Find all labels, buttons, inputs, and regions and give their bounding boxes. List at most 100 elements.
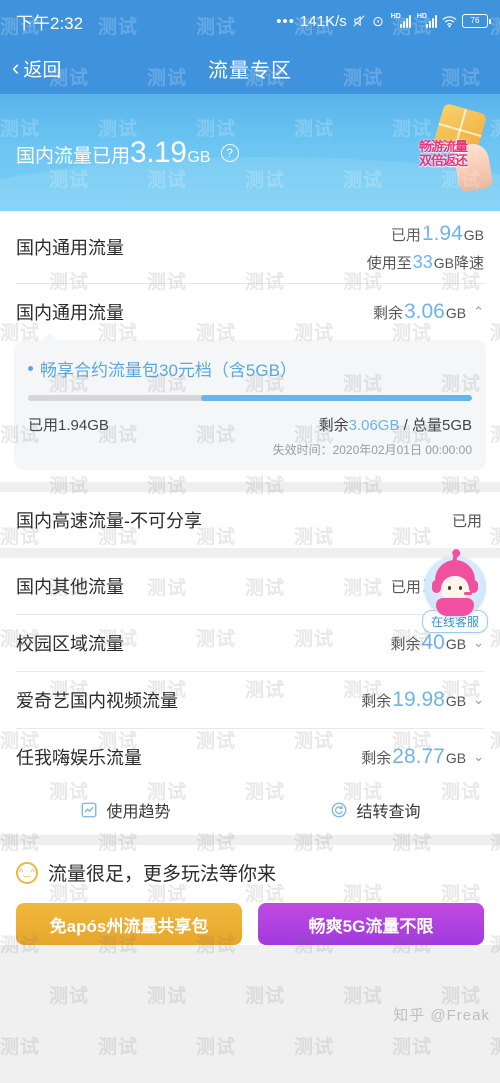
chevron-up-icon[interactable]: ⌃: [473, 304, 484, 320]
table-row[interactable]: 爱奇艺国内视频流量 剩余 19.98 GB ⌄: [0, 672, 500, 728]
value-label: 剩余: [361, 750, 392, 767]
carryover-query-button[interactable]: 结转查询: [250, 798, 500, 822]
ad-copy: 畅游流量 双倍返还: [406, 140, 480, 167]
battery-icon: 76: [462, 14, 491, 28]
online-service-widget[interactable]: 在线客服: [416, 552, 494, 633]
watermark-tile: 测试: [343, 986, 384, 1007]
carryover-query-label: 结转查询: [356, 804, 421, 821]
package-remaining-prefix: 剩余: [318, 417, 349, 434]
watermark-row: 测试测试测试测试测试测试测试: [0, 1020, 500, 1071]
customer-service-mascot-icon: [424, 552, 486, 618]
watermark-tile: 测试: [0, 1037, 41, 1058]
watermark-tile: 测试: [147, 986, 188, 1007]
watermark-row: 测试测试测试测试测试测试测试: [0, 969, 500, 1020]
package-name: 畅享合约流量包30元档（含5GB）: [40, 361, 297, 380]
mascot-headset-left: [432, 580, 441, 593]
flow-zone-screen: 下午2:32 ••• 141K/s HD HD 76 ‹ 返回 流量专区 国内流…: [0, 0, 500, 1083]
value-number: 19.98: [392, 688, 445, 711]
chevron-down-icon[interactable]: ⌄: [473, 635, 484, 651]
mascot-microphone: [464, 592, 472, 595]
value-unit: GB: [445, 305, 467, 321]
promo-section: ^‿^ 流量很足，更多玩法等你来 免após州流量共享包 畅爽5G流量不限: [0, 845, 500, 945]
trend-chart-icon: [79, 801, 98, 820]
package-detail-panel: 畅享合约流量包30元档（含5GB） 已用1.94GB 剩余3.06GB / 总量…: [14, 333, 486, 470]
chevron-down-icon[interactable]: ⌄: [473, 692, 484, 708]
watermark-tile: 测试: [98, 1037, 139, 1058]
table-row[interactable]: 国内通用流量 已用 1.94 GB 使用至 33 GB 降速: [0, 211, 500, 283]
row-title: 爱奇艺国内视频流量: [16, 691, 178, 711]
hero-usage-label: 国内流量已用: [16, 146, 131, 167]
chevron-down-icon[interactable]: ⌄: [473, 749, 484, 765]
hero-usage-summary: 国内流量已用 3.19 GB ?: [16, 136, 239, 170]
watermark-tile: 测试: [245, 986, 286, 1007]
row-title: 国内高速流量-不可分享: [16, 511, 202, 531]
question-mark-icon[interactable]: ?: [220, 144, 239, 162]
value-unit: GB: [445, 750, 467, 766]
bullet-dot-icon: [28, 366, 33, 371]
row-primary-value: 剩余 19.98 GB ⌄: [361, 688, 484, 712]
promo-banner-image[interactable]: 畅游流量 双倍返还: [404, 102, 496, 198]
value-unit: GB: [445, 636, 467, 652]
value-number: 40: [421, 631, 445, 654]
nav-bar: ‹ 返回 流量专区: [0, 42, 500, 94]
watermark-tile: 测试: [294, 1037, 335, 1058]
ad-copy-line1: 畅游流量: [418, 139, 468, 154]
usage-progress-bar: [28, 395, 472, 401]
network-speed-label: 141K/s: [300, 12, 347, 30]
row-primary-value: 剩余 3.06 GB ⌃: [373, 300, 484, 324]
usage-trend-button[interactable]: 使用趋势: [0, 798, 250, 822]
row-title: 国内通用流量: [16, 238, 124, 258]
overflow-dots-icon: •••: [276, 12, 296, 30]
table-row[interactable]: 国内通用流量 剩余 3.06 GB ⌃: [0, 284, 500, 340]
value-number: 3.06: [403, 300, 445, 323]
alarm-icon: [371, 14, 385, 28]
row-secondary-value: 使用至 33 GB 降速: [367, 252, 484, 273]
row-values: 已用 1.94 GB 使用至 33 GB 降速: [367, 222, 484, 273]
ad-copy-line2: 双倍返还: [418, 152, 468, 168]
promo-header: ^‿^ 流量很足，更多玩法等你来: [16, 859, 484, 886]
value-label: 剩余: [390, 636, 421, 653]
package-remaining-text: 剩余3.06GB / 总量5GB: [319, 414, 472, 435]
smiley-icon: ^‿^: [16, 861, 38, 884]
table-row[interactable]: 任我嗨娱乐流量 剩余 28.77 GB ⌄: [0, 729, 500, 785]
mascot-body: [436, 598, 474, 616]
battery-level-label: 76: [470, 16, 480, 25]
value-prefix: 使用至: [366, 254, 412, 272]
package-total-text: / 总量5GB: [399, 417, 472, 434]
card-general-usage: 国内通用流量 已用 1.94 GB 使用至 33 GB 降速 国内通用流量 剩余…: [0, 211, 500, 482]
watermark-row: 测试测试测试测试测试测试测试: [0, 1071, 500, 1083]
value-number: 1.94: [421, 221, 463, 245]
row-title: 任我嗨娱乐流量: [16, 748, 142, 768]
wifi-icon: [442, 15, 457, 28]
watermark-tile: 测试: [49, 986, 90, 1007]
value-unit: GB: [445, 693, 467, 709]
row-title: 国内其他流量: [16, 577, 124, 597]
action-bar: 使用趋势 结转查询: [0, 785, 500, 835]
package-expire-text: 失效时间：2020年02月01日 00:00:00: [272, 443, 472, 457]
package-remaining-value: 3.06GB: [348, 417, 400, 434]
promo-button-share-pack[interactable]: 免após州流量共享包: [16, 903, 242, 945]
value-unit: GB: [433, 254, 454, 271]
value-number: 28.77: [392, 745, 445, 768]
value-label: 剩余: [361, 693, 392, 710]
watermark-tile: 测试: [196, 1037, 237, 1058]
mute-icon: [352, 14, 366, 28]
watermark-tile: 测试: [441, 986, 482, 1007]
signal-bars-icon-2: HD: [416, 13, 437, 28]
row-primary-value: 剩余 28.77 GB ⌄: [361, 745, 484, 769]
signal-bars-icon-1: HD: [390, 13, 411, 28]
promo-text: 流量很足，更多玩法等你来: [48, 864, 277, 885]
package-detail-section: 畅享合约流量包30元档（含5GB） 已用1.94GB 剩余3.06GB / 总量…: [0, 333, 500, 482]
back-button[interactable]: ‹ 返回: [0, 55, 61, 82]
package-used-text: 已用1.94GB: [28, 417, 109, 434]
chevron-left-icon: ‹: [12, 55, 20, 80]
back-button-label: 返回: [23, 59, 62, 81]
carryover-refresh-icon: [329, 801, 348, 820]
watermark-tile: 测试: [392, 1037, 433, 1058]
table-row[interactable]: 国内高速流量-不可分享 已用: [0, 492, 500, 548]
promo-button-unlimited-5g[interactable]: 畅爽5G流量不限: [258, 903, 484, 945]
status-time: 下午2:32: [16, 13, 84, 33]
progress-used-segment: [28, 395, 202, 401]
watermark-tile: 测试: [490, 1032, 500, 1059]
row-primary-value: 剩余 40 GB ⌄: [390, 631, 484, 655]
